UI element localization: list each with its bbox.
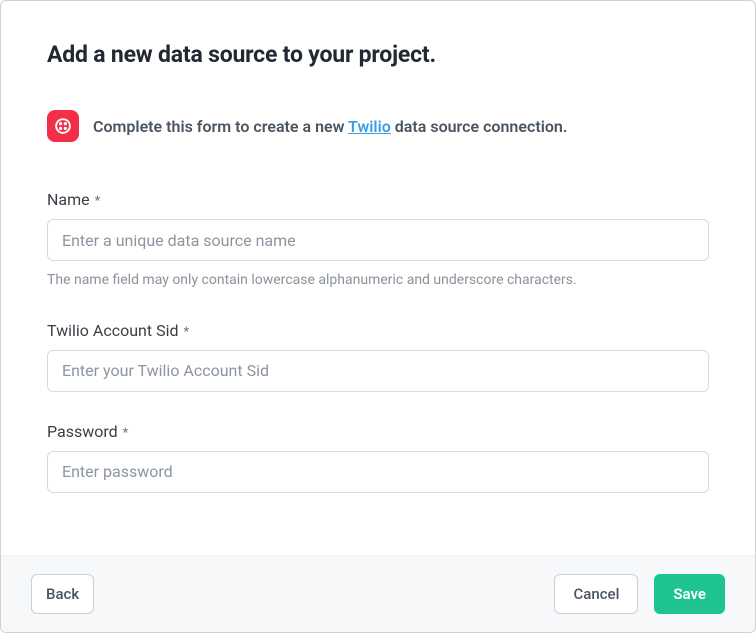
sid-input[interactable] — [47, 350, 709, 392]
required-marker: * — [123, 426, 129, 441]
name-input[interactable] — [47, 219, 709, 261]
sid-label-text: Twilio Account Sid — [47, 321, 178, 340]
name-help-text: The name field may only contain lowercas… — [47, 271, 709, 291]
name-label-text: Name — [47, 190, 90, 209]
sid-label: Twilio Account Sid * — [47, 321, 709, 340]
cancel-button[interactable]: Cancel — [554, 574, 638, 614]
password-input[interactable] — [47, 451, 709, 493]
add-data-source-dialog: Add a new data source to your project. C… — [0, 0, 756, 633]
required-marker: * — [95, 194, 101, 209]
sid-field-group: Twilio Account Sid * — [47, 321, 709, 392]
back-button[interactable]: Back — [31, 574, 94, 614]
info-suffix: data source connection. — [391, 117, 568, 136]
password-label-text: Password — [47, 422, 118, 441]
info-text: Complete this form to create a new Twili… — [93, 117, 567, 136]
twilio-icon — [47, 110, 79, 142]
info-row: Complete this form to create a new Twili… — [47, 110, 709, 142]
info-prefix: Complete this form to create a new — [93, 117, 348, 136]
password-label: Password * — [47, 422, 709, 441]
save-button[interactable]: Save — [654, 574, 725, 614]
dialog-content: Add a new data source to your project. C… — [1, 1, 755, 555]
name-label: Name * — [47, 190, 709, 209]
footer-right-group: Cancel Save — [554, 574, 725, 614]
password-field-group: Password * — [47, 422, 709, 493]
dialog-footer: Back Cancel Save — [1, 555, 755, 632]
name-field-group: Name * The name field may only contain l… — [47, 190, 709, 291]
brand-link[interactable]: Twilio — [348, 117, 391, 136]
page-title: Add a new data source to your project. — [47, 41, 709, 68]
required-marker: * — [183, 325, 189, 340]
